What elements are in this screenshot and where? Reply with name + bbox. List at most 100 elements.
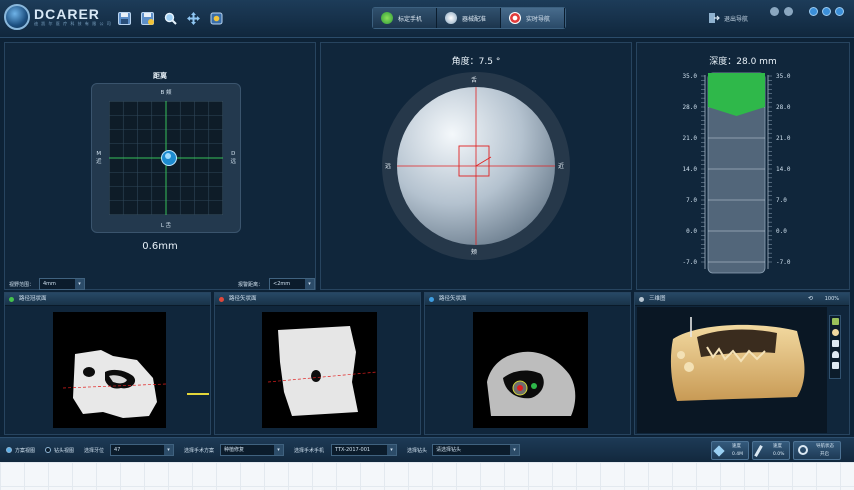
view-title-bar: 三维图 100% ⟲ <box>635 293 849 306</box>
view-front-icon[interactable] <box>831 318 839 325</box>
drill-select[interactable]: 请选择钻头 ▾ <box>432 444 520 456</box>
chevron-down-icon: ▾ <box>274 445 283 455</box>
exit-nav-label: 退出导航 <box>724 15 749 23</box>
angle-top-label: 舌 <box>471 77 478 84</box>
status-dot-icon <box>639 297 644 302</box>
tab-register[interactable]: 器械配准 <box>437 8 502 28</box>
distance-target-frame: B 颊 L 舌 M近 D远 <box>91 83 241 233</box>
tab-realtime-nav[interactable]: 实时导航 <box>501 8 566 28</box>
distance-right-label-1: D <box>231 151 236 157</box>
depth-tick-label-left: 7.0 <box>686 197 697 204</box>
distance-crosshair-grid <box>109 101 223 215</box>
chevron-down-icon: ▾ <box>164 445 173 455</box>
handpiece-select[interactable]: TTX-2017-001 ▾ <box>331 444 397 456</box>
maximize-icon[interactable] <box>822 7 831 16</box>
close-icon[interactable] <box>835 7 844 16</box>
brand-name: DCARER <box>34 6 100 22</box>
register-icon <box>445 12 458 24</box>
chevron-down-icon: ▾ <box>75 279 84 289</box>
depth-tick-label-left: 28.0 <box>683 104 698 111</box>
nav-status-label: 导航状态 <box>816 444 834 449</box>
depth-tick-label-right: 0.0 <box>776 228 787 235</box>
status-dot-icon <box>9 297 14 302</box>
view-panel-axial: 路径矢状面 <box>424 292 631 435</box>
coronal-ct-image <box>53 312 167 428</box>
alert-select-value: <2mm <box>273 281 291 287</box>
view-panel-3d: 三维图 100% ⟲ <box>634 292 850 435</box>
handpiece-select-value: TTX-2017-001 <box>335 447 371 453</box>
sagittal-ct-image <box>262 312 378 428</box>
zoom-icon[interactable] <box>162 10 178 26</box>
tooth-select-label: 选择牙位 <box>84 448 105 454</box>
drill-view-radio[interactable] <box>45 447 51 453</box>
plan-view-radio[interactable] <box>6 447 12 453</box>
range-select-value: 4mm <box>43 281 56 287</box>
distance-right-label-2: 远 <box>230 159 236 165</box>
view-title: 三维图 <box>649 296 666 302</box>
view-title-bar: 路径矢状面 <box>215 293 420 306</box>
tab-calibrate[interactable]: 标定手机 <box>373 8 438 28</box>
view-title-bar: 路径矢状面 <box>425 293 630 306</box>
speed-button-2[interactable]: 速度 0.0% <box>752 441 790 460</box>
nav-status-button[interactable]: 导航状态 开启 <box>793 441 841 460</box>
tab-realtime-nav-label: 实时导航 <box>526 15 551 23</box>
exit-nav-button[interactable]: 退出导航 <box>708 12 748 24</box>
speed-1-label: 速度 <box>732 444 741 449</box>
chevron-down-icon: ▾ <box>387 445 396 455</box>
distance-bottom-label: L 舌 <box>160 223 172 229</box>
depth-tick-label-right: 35.0 <box>776 73 791 80</box>
logo-emblem <box>4 4 30 30</box>
depth-panel: 深度：28.0 mm 35.0 35.0 28.0 28.0 21.0 21.0 14.0 1… <box>636 42 850 290</box>
alert-label: 报警距离： <box>238 282 264 288</box>
depth-tick-label-right: 28.0 <box>776 104 791 111</box>
alert-select[interactable]: <2mm ▾ <box>269 278 315 290</box>
tooth-select[interactable]: 47 ▾ <box>110 444 174 456</box>
brand-subtitle: 迪 凯 尔 医 疗 科 技 有 限 公 司 <box>34 21 112 26</box>
view-top-icon[interactable] <box>831 340 839 347</box>
distance-top-label: B 颊 <box>160 90 172 96</box>
nav-status-icon <box>798 445 808 455</box>
distance-left-label-2: 近 <box>96 159 102 165</box>
minimize-icon[interactable] <box>809 7 818 16</box>
angle-title: 角度：7.5 ° <box>451 57 501 67</box>
settings-icon[interactable] <box>208 10 224 26</box>
drill-icon <box>713 445 725 457</box>
angle-bottom-label: 颊 <box>471 249 478 256</box>
speed-2-value: 0.0% <box>773 452 785 457</box>
distance-title: 距离 <box>153 72 167 80</box>
plan-select-value: 种植修复 <box>224 447 245 453</box>
view-implant-icon[interactable] <box>831 351 839 358</box>
depth-indicator-fill <box>708 73 765 116</box>
user-icon[interactable] <box>770 7 779 16</box>
zoom-level[interactable]: 100% <box>825 293 839 305</box>
speed-1-value: 0.4M <box>732 452 744 457</box>
save-as-icon[interactable] <box>139 10 155 26</box>
view-panel-coronal: 路径冠状面 <box>4 292 211 435</box>
page-background <box>0 462 854 490</box>
view-title: 路径矢状面 <box>439 296 467 302</box>
angle-dial <box>382 72 570 260</box>
drill-select-value: 请选择钻头 <box>436 447 462 453</box>
view-tooth-icon[interactable] <box>831 329 839 336</box>
help-icon[interactable] <box>784 7 793 16</box>
depth-title: 深度：28.0 mm <box>709 57 777 67</box>
distance-right-label: D远 <box>230 150 236 166</box>
drill-view-label: 钻头视图 <box>54 448 75 454</box>
3d-model-view[interactable] <box>637 307 827 433</box>
rotate-icon[interactable]: ⟲ <box>808 293 813 305</box>
status-dot-icon <box>219 297 224 302</box>
depth-tick-label-right: 7.0 <box>776 197 787 204</box>
move-icon[interactable] <box>185 10 201 26</box>
tooth-select-value: 47 <box>114 447 121 453</box>
plan-select[interactable]: 种植修复 ▾ <box>220 444 284 456</box>
view-person-icon[interactable] <box>831 362 839 369</box>
range-select[interactable]: 4mm ▾ <box>39 278 85 290</box>
depth-gauge: 35.0 35.0 28.0 28.0 21.0 21.0 14.0 14.0 7.0 7.0 0.… <box>683 72 791 274</box>
range-label: 视野范围： <box>9 282 35 288</box>
brand-logo: DCARER 迪 凯 尔 医 疗 科 技 有 限 公 司 <box>4 4 112 30</box>
save-icon[interactable] <box>116 10 132 26</box>
speed-button-1[interactable]: 速度 0.4M <box>711 441 749 460</box>
3d-toolbar <box>829 315 841 379</box>
footer-bar: 方案视图 钻头视图 选择牙位 47 ▾ 选择手术方案 种植修复 ▾ 选择手术手机 T… <box>0 437 854 462</box>
tab-register-label: 器械配准 <box>462 15 487 23</box>
